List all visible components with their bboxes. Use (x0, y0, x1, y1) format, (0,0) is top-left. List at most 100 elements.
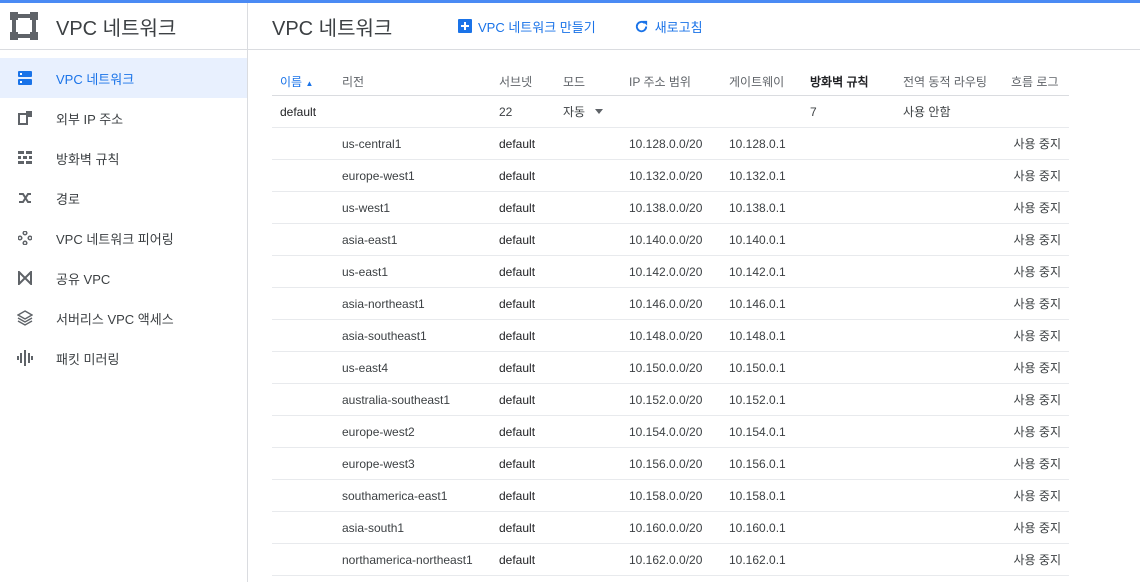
firewall-rules-cell (802, 447, 895, 480)
subnet-name-link[interactable]: default (491, 159, 555, 192)
network-row-default: default 22 자동 7 사용 안함 (272, 95, 1069, 128)
flow-logs-cell: 사용 중지 (1003, 351, 1069, 384)
subnet-name-link[interactable]: default (491, 351, 555, 384)
ip-range-cell: 10.154.0.0/20 (621, 415, 721, 448)
column-header-firewall-rules: 방화벽 규칙 (802, 67, 895, 96)
column-header-subnets: 서브넷 (491, 67, 555, 96)
flow-logs-cell (1003, 95, 1069, 128)
create-vpc-network-button[interactable]: VPC 네트워크 만들기 (458, 17, 596, 36)
region-cell: us-west1 (334, 191, 491, 224)
flow-logs-cell: 사용 중지 (1003, 319, 1069, 352)
region-cell (334, 95, 491, 128)
name-cell (272, 191, 334, 224)
sort-ascending-icon: ▲ (305, 78, 314, 88)
dynamic-routing-cell (895, 351, 1003, 384)
firewall-rules-cell (802, 127, 895, 160)
subnet-name-link[interactable]: default (491, 127, 555, 160)
subnet-row: australia-southeast1 default 10.152.0.0/20… (272, 383, 1069, 416)
sidebar-item-external-ip[interactable]: 외부 IP 주소 (0, 98, 247, 138)
flow-logs-cell: 사용 중지 (1003, 287, 1069, 320)
subnet-row: us-east1 default 10.142.0.0/20 10.142.0.1 사용… (272, 255, 1069, 288)
subnet-name-link[interactable]: default (491, 191, 555, 224)
subnet-row: asia-south1 default 10.160.0.0/20 10.160.0.… (272, 511, 1069, 544)
subnet-name-link[interactable]: default (491, 383, 555, 416)
firewall-rules-cell (802, 511, 895, 544)
network-name-link[interactable]: default (272, 95, 334, 128)
dynamic-routing-cell (895, 447, 1003, 480)
name-cell (272, 287, 334, 320)
dynamic-routing-cell (895, 479, 1003, 512)
subnet-row: asia-east1 default 10.140.0.0/20 10.140.0.1… (272, 223, 1069, 256)
gateway-cell: 10.128.0.1 (721, 127, 802, 160)
sidebar-item-peering[interactable]: VPC 네트워크 피어링 (0, 218, 247, 258)
firewall-rules-cell (802, 383, 895, 416)
region-cell: asia-southeast1 (334, 319, 491, 352)
vpc-network-icon (16, 69, 34, 87)
name-cell (272, 447, 334, 480)
firewall-rules-count-link[interactable]: 7 (802, 95, 895, 128)
subnet-name-link[interactable]: default (491, 255, 555, 288)
firewall-rules-cell (802, 479, 895, 512)
gateway-cell: 10.150.0.1 (721, 351, 802, 384)
subnet-name-link[interactable]: default (491, 479, 555, 512)
subnet-name-link[interactable]: default (491, 287, 555, 320)
mode-value: 자동 (563, 105, 586, 119)
sidebar-item-shared-vpc[interactable]: 공유 VPC (0, 258, 247, 298)
ip-range-cell: 10.132.0.0/20 (621, 159, 721, 192)
sidebar-item-firewall[interactable]: 방화벽 규칙 (0, 138, 247, 178)
sidebar-item-label: VPC 네트워크 피어링 (56, 231, 174, 247)
gateway-cell: 10.142.0.1 (721, 255, 802, 288)
sidebar-item-packet-mirroring[interactable]: 패킷 미러링 (0, 338, 247, 378)
firewall-rules-cell (802, 319, 895, 352)
flow-logs-cell: 사용 중지 (1003, 191, 1069, 224)
subnet-name-link[interactable]: default (491, 447, 555, 480)
refresh-icon (635, 20, 647, 32)
gateway-cell (721, 95, 802, 128)
mode-cell (555, 223, 621, 256)
region-cell: us-east4 (334, 351, 491, 384)
dynamic-routing-cell (895, 223, 1003, 256)
ip-range-cell: 10.128.0.0/20 (621, 127, 721, 160)
dynamic-routing-cell (895, 127, 1003, 160)
subnet-name-link[interactable]: default (491, 223, 555, 256)
sidebar-item-label: 패킷 미러링 (56, 351, 120, 367)
sidebar-title: VPC 네트워크 (56, 17, 177, 40)
subnet-name-link[interactable]: default (491, 543, 555, 576)
sidebar-item-vpc-network[interactable]: VPC 네트워크 (0, 58, 247, 98)
subnet-row: us-east4 default 10.150.0.0/20 10.150.0.1 사용… (272, 351, 1069, 384)
gateway-cell: 10.152.0.1 (721, 383, 802, 416)
column-header-name[interactable]: 이름 ▲ (272, 67, 334, 96)
ip-range-cell: 10.148.0.0/20 (621, 319, 721, 352)
shared-vpc-icon (16, 269, 34, 287)
subnet-name-link[interactable]: default (491, 415, 555, 448)
subnet-row: us-central1 default 10.128.0.0/20 10.128.0.… (272, 127, 1069, 160)
peering-icon (16, 229, 34, 247)
subnet-name-link[interactable]: default (491, 511, 555, 544)
dynamic-routing-cell (895, 255, 1003, 288)
subnet-row: asia-southeast1 default 10.148.0.0/20 10.14… (272, 319, 1069, 352)
ip-range-cell: 10.138.0.0/20 (621, 191, 721, 224)
firewall-rules-cell (802, 287, 895, 320)
firewall-rules-cell (802, 159, 895, 192)
sidebar-item-label: 외부 IP 주소 (56, 111, 124, 127)
refresh-button[interactable]: 새로고침 (634, 17, 703, 36)
sidebar-item-routes[interactable]: 경로 (0, 178, 247, 218)
caret-down-icon (595, 109, 604, 114)
region-cell: europe-west2 (334, 415, 491, 448)
mode-cell (555, 415, 621, 448)
subnet-row: southamerica-east1 default 10.158.0.0/20 10… (272, 479, 1069, 512)
mode-dropdown[interactable]: 자동 (563, 103, 604, 120)
flow-logs-cell: 사용 중지 (1003, 127, 1069, 160)
create-button-label: VPC 네트워크 만들기 (478, 19, 596, 35)
firewall-rules-cell (802, 415, 895, 448)
ip-range-cell: 10.142.0.0/20 (621, 255, 721, 288)
add-box-icon (458, 19, 472, 33)
sidebar-item-serverless-vpc[interactable]: 서버리스 VPC 액세스 (0, 298, 247, 338)
subnet-name-link[interactable]: default (491, 319, 555, 352)
name-cell (272, 511, 334, 544)
gateway-cell: 10.146.0.1 (721, 287, 802, 320)
name-cell (272, 351, 334, 384)
column-header-region: 리전 (334, 67, 491, 96)
subnet-count-cell: 22 (491, 95, 555, 128)
page-header: VPC 네트워크 VPC 네트워크 만들기 새로고침 (248, 3, 1140, 50)
